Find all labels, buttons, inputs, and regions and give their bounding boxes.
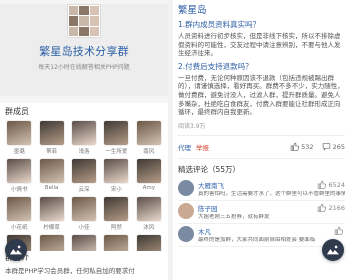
- member-name: 蒂菲: [46, 149, 58, 155]
- avatar: [135, 158, 162, 184]
- members-section: 群成员 墨璐 蒂菲 浅洛 一生所爱 南风小情书 Bella 云深 宋小 Amy 小花纸 柠檬草 小佳 阿…: [0, 103, 168, 269]
- member-name: 浅洛: [78, 149, 90, 155]
- member-name: 云深: [78, 187, 90, 193]
- member-item[interactable]: 云深: [68, 158, 100, 193]
- member-item[interactable]: Bella: [35, 158, 67, 193]
- member-name: 沐风: [143, 225, 155, 231]
- member-name: 南风: [143, 149, 155, 155]
- member-item[interactable]: 一生所爱: [100, 120, 132, 155]
- mountain-icon: [9, 245, 23, 255]
- comment-icon: [322, 143, 330, 151]
- article-title: 繁星岛: [178, 5, 207, 16]
- member-name: Amy: [142, 185, 155, 191]
- avatar[interactable]: [178, 202, 194, 219]
- comment-text: 真的害怕吗，生活需要才水了，这个群里可以不管群里的事情，我想要进: [198, 190, 345, 197]
- thumbs-up-icon: [334, 227, 343, 236]
- mountain-icon: [326, 245, 340, 255]
- member-name: Bella: [44, 185, 59, 191]
- report-button[interactable]: 举报: [196, 142, 209, 152]
- divider: [178, 157, 345, 159]
- divider: [178, 134, 345, 136]
- group-header: 繁星岛技术分享群 每天12小时在线解答相关PHP问题: [0, 4, 168, 96]
- avatar[interactable]: [178, 225, 194, 242]
- read-count: 阅读3.9万: [178, 122, 206, 130]
- comment-like-button[interactable]: 2166: [317, 203, 345, 213]
- group-description: 每天12小时在线解答相关PHP问题: [38, 64, 130, 71]
- comment-like-count: 6524: [328, 180, 345, 189]
- comments-title: 精选评论（55万）: [178, 164, 241, 174]
- intro-text: 本群是PHP学习会员群，任何私自加的要求付: [5, 267, 135, 275]
- comment-item: 大雁南飞 6524真的害怕吗，生活需要才水了，这个群里可以不管群里的事情，我想要进: [178, 178, 345, 201]
- right-panel: 繁星岛 1.群内成员资料真实吗？ 人员资料进行初步核实，但是非线下核实，所以不排…: [173, 0, 350, 280]
- member-item[interactable]: 阿然: [100, 196, 132, 231]
- member-name: 墨璐: [13, 149, 25, 155]
- member-item[interactable]: Amy: [133, 158, 165, 193]
- avatar: [70, 120, 97, 146]
- avatar: [6, 196, 33, 222]
- member-item[interactable]: 南风: [133, 120, 165, 155]
- thumbs-up-icon: [318, 181, 327, 190]
- comment-user[interactable]: 木凡: [198, 226, 211, 236]
- thumbs-up-icon: [290, 143, 300, 152]
- comment-text: 最终的是加群，大家共同面前自由相处会 要面临: [198, 236, 316, 243]
- left-panel: 繁星岛技术分享群 每天12小时在线解答相关PHP问题 群成员 墨璐 蒂菲 浅洛 一生所…: [0, 0, 168, 280]
- like-button[interactable]: 532: [290, 142, 314, 152]
- member-name: 柠檬草: [43, 225, 60, 231]
- comment-like-count: 2166: [328, 203, 345, 212]
- comment-item: 木凡 最终的是加群，大家共同面前自由相处会 要面临: [178, 224, 345, 247]
- avatar: [103, 120, 130, 146]
- group-avatar[interactable]: [67, 4, 101, 38]
- member-name: 小情书: [10, 187, 28, 193]
- avatar: [38, 196, 65, 222]
- members-title: 群成员: [5, 107, 29, 116]
- avatar: [6, 158, 33, 184]
- member-name: 阿然: [110, 225, 122, 231]
- avatar: [38, 158, 65, 184]
- member-item[interactable]: 小佳: [68, 196, 100, 231]
- avatar: [6, 120, 33, 146]
- comment-user[interactable]: 陈子园: [198, 203, 218, 213]
- avatar: [135, 196, 162, 222]
- faq-question-1: 1.群内成员资料真实吗？: [178, 20, 261, 29]
- avatar: [38, 120, 65, 146]
- member-item[interactable]: 蒂菲: [35, 120, 67, 155]
- group-name: 繁星岛技术分享群: [39, 45, 129, 58]
- comment-like-button[interactable]: [334, 226, 345, 236]
- comment-like-button[interactable]: 6524: [317, 180, 345, 190]
- comment-list: 大雁南飞 6524真的害怕吗，生活需要才水了，这个群里可以不管群里的事情，我想要进…: [178, 178, 345, 247]
- member-item[interactable]: 小情书: [3, 158, 35, 193]
- comment-user[interactable]: 大雁南飞: [198, 180, 224, 190]
- member-name: 宋小: [110, 187, 122, 193]
- comment-item: 陈子园 2166 大姐老刚三五抢券，就有群友: [178, 201, 345, 224]
- faq-answer-2: 一旦付费，无论何种原因该不退款（包括违规被踢出群的），请谨慎选择，看好再买。群费…: [178, 73, 344, 117]
- member-name: 小花纸: [10, 225, 28, 231]
- floating-mountain-button-right[interactable]: [322, 239, 344, 261]
- avatar: [70, 196, 97, 222]
- faq-question-2: 2.付费后支持退款吗？: [178, 61, 253, 71]
- comment-text: 大姐老刚三五抢券，就有群友: [198, 213, 270, 220]
- intro-title: 群简介: [5, 252, 163, 263]
- member-item[interactable]: 浅洛: [68, 120, 100, 155]
- action-row: 代理 举报 532 265: [178, 141, 345, 153]
- thumbs-up-icon: [318, 204, 327, 213]
- tag-button[interactable]: 代理: [178, 142, 191, 152]
- avatar[interactable]: [178, 179, 194, 196]
- comment-button[interactable]: 265: [322, 142, 345, 151]
- member-name: 小佳: [78, 225, 90, 231]
- avatar: [135, 120, 162, 146]
- avatar: [103, 158, 130, 184]
- member-item[interactable]: 墨璐: [3, 120, 35, 155]
- member-item[interactable]: 小花纸: [3, 196, 35, 231]
- member-name: 一生所爱: [105, 149, 128, 155]
- member-item[interactable]: 柠檬草: [35, 196, 67, 231]
- avatar: [70, 158, 97, 184]
- member-item[interactable]: 宋小: [100, 158, 132, 193]
- comment-count: 265: [332, 142, 345, 151]
- faq-answer-1: 人员资料进行初步核实，但是非线下核实，所以不排除虚假资料的可能性，交友过程中请注…: [178, 32, 341, 58]
- like-count: 532: [301, 142, 314, 151]
- member-item[interactable]: 沐风: [133, 196, 165, 231]
- floating-mountain-button-left[interactable]: [5, 239, 27, 261]
- avatar: [103, 196, 130, 222]
